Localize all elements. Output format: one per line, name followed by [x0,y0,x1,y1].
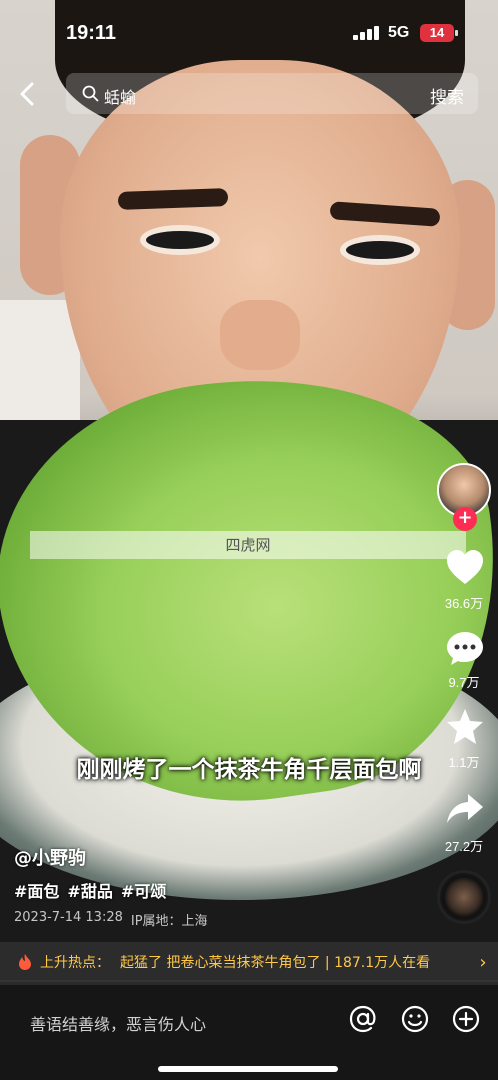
hot-topic-text: 起猛了 把卷心菜当抹茶牛角包了 | 187.1万人在看 [120,955,431,971]
background-paper [0,300,80,420]
chevron-left-icon [20,82,34,106]
watermark-banner: 四虎网 [30,531,466,559]
hot-topic-bar[interactable]: 上升热点： 起猛了 把卷心菜当抹茶牛角包了 | 187.1万人在看 › [0,942,498,982]
hashtag[interactable]: #可颂 [121,878,166,902]
search-icon [82,85,99,102]
star-icon[interactable] [444,706,486,748]
hashtag[interactable]: #面包 [14,878,59,902]
flame-icon [19,954,31,970]
home-indicator [158,1066,338,1072]
share-count: 27.2万 [444,839,484,854]
music-disc[interactable] [437,870,491,924]
follow-button[interactable]: + [453,507,477,531]
signal-icon [353,26,381,40]
network-type: 5G [388,24,410,41]
battery-icon: 14 [420,24,454,42]
search-input[interactable]: 蛞蝓 搜索 [66,73,478,114]
at-mention-icon[interactable] [347,1003,379,1035]
chevron-right-icon: › [479,951,487,973]
search-button[interactable]: 搜索 [430,83,464,108]
video-player[interactable] [0,0,498,985]
emoji-icon[interactable] [399,1003,431,1035]
post-timestamp: 2023-7-14 13:28 [14,910,123,925]
search-query: 蛞蝓 [104,88,137,107]
hashtag-list: #面包 #甜品 #可颂 [14,878,166,902]
like-count: 36.6万 [444,596,484,611]
video-subtitle: 刚刚烤了一个抹茶牛角千层面包啊 [76,757,422,783]
comment-icon[interactable] [444,628,486,670]
comment-count: 9.7万 [448,675,480,690]
status-time: 19:11 [66,22,117,44]
status-bar: 19:11 5G 14 [0,0,498,60]
author-name[interactable]: @小野驹 [14,844,86,870]
post-location: IP属地：上海 [130,914,208,929]
post-meta: 2023-7-14 13:28 IP属地：上海 [14,910,208,929]
hashtag[interactable]: #甜品 [67,878,112,902]
hot-topic-label: 上升热点： [40,955,110,971]
back-button[interactable] [14,80,42,108]
comment-input[interactable]: 善语结善缘，恶言伤人心 [30,1011,206,1035]
share-icon[interactable] [444,788,486,830]
add-icon[interactable] [450,1003,482,1035]
